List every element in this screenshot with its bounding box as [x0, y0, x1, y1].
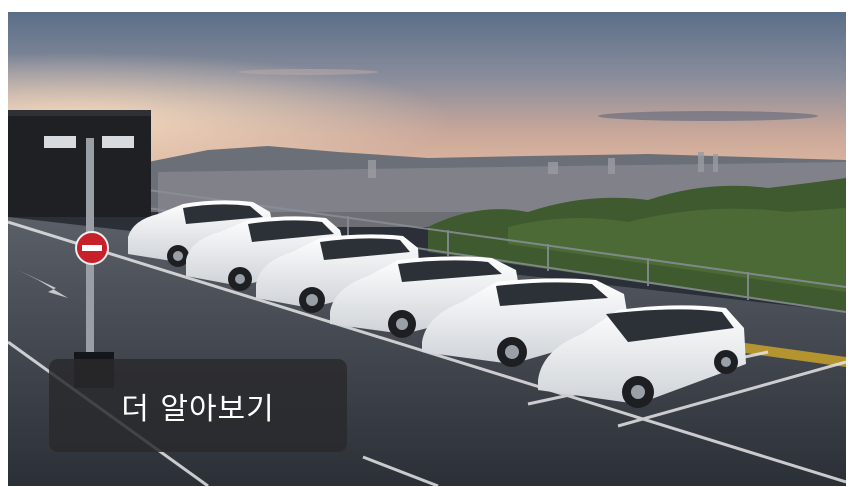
stairwell-building [8, 110, 151, 217]
hero-banner[interactable]: 더 알아보기 [8, 12, 846, 486]
cloud [238, 69, 378, 75]
cloud [598, 111, 818, 121]
learn-more-button[interactable]: 더 알아보기 [49, 359, 347, 452]
learn-more-label: 더 알아보기 [121, 391, 275, 427]
